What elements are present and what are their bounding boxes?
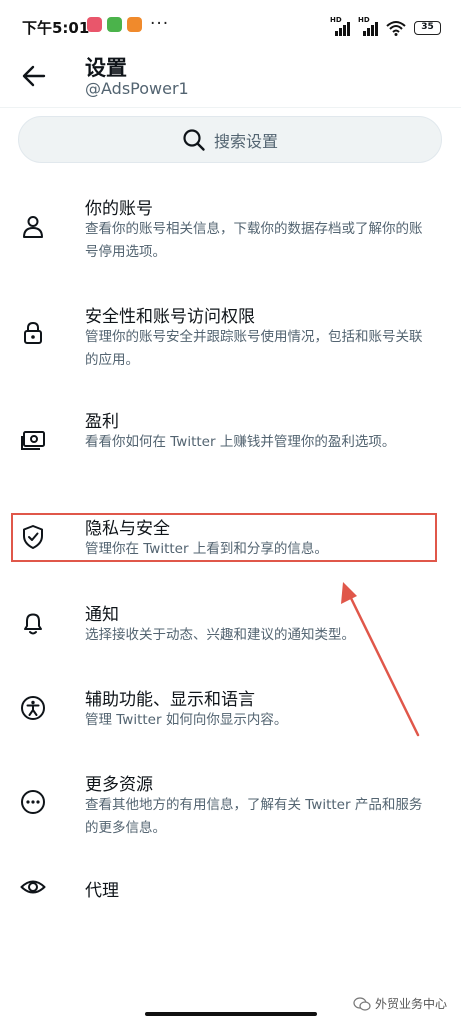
settings-item-title: 辅助功能、显示和语言: [85, 690, 255, 710]
settings-item-description: 看看你如何在 Twitter 上赚钱并管理你的盈利选项。: [85, 434, 396, 450]
search-placeholder: 搜索设置: [213, 131, 278, 151]
settings-item-description: 管理你的账号安全并跟踪账号使用情况，包括和账号关联的应用。: [85, 329, 423, 368]
settings-item-title: 代理: [85, 881, 119, 901]
settings-item-notifications[interactable]: 通知 选择接收关于动态、兴趣和建议的通知类型。: [0, 598, 461, 650]
settings-item-accessibility[interactable]: 辅助功能、显示和语言 管理 Twitter 如何向你显示内容。: [0, 683, 461, 735]
more-circle-icon: [21, 790, 45, 814]
more-notifications-icon: ···: [150, 14, 170, 34]
download-notification-icon: [107, 17, 122, 32]
signal-2-icon: HD: [358, 16, 378, 36]
shopping-notification-icon: [127, 17, 142, 32]
settings-item-title: 安全性和账号访问权限: [85, 307, 255, 327]
eye-icon: [20, 880, 46, 894]
signal-icon: HD: [330, 16, 350, 36]
settings-item-your-account[interactable]: 你的账号 查看你的账号相关信息，下载你的数据存档或了解你的账号停用选项。: [0, 190, 461, 270]
wechat-icon: [353, 996, 371, 1011]
settings-item-description: 选择接收关于动态、兴趣和建议的通知类型。: [85, 627, 355, 643]
status-bar: 下午5:01 ··· HD HD 35: [0, 0, 461, 52]
status-time: 下午5:01: [22, 19, 90, 37]
settings-item-title: 更多资源: [85, 775, 153, 795]
money-icon: [21, 431, 45, 450]
shield-check-icon: [23, 525, 43, 549]
settings-item-description: 查看其他地方的有用信息，了解有关 Twitter 产品和服务的更多信息。: [85, 797, 423, 836]
settings-item-monetization[interactable]: 盈利 看看你如何在 Twitter 上赚钱并管理你的盈利选项。: [0, 405, 461, 485]
search-icon: [183, 128, 205, 151]
bell-icon: [24, 613, 42, 635]
wifi-icon: [386, 21, 406, 36]
app-notification-icon: [87, 17, 102, 32]
settings-item-title: 盈利: [85, 412, 119, 432]
account-handle: @AdsPower1: [85, 79, 189, 98]
settings-item-description: 查看你的账号相关信息，下载你的数据存档或了解你的账号停用选项。: [85, 221, 423, 260]
search-settings-input[interactable]: 搜索设置: [18, 116, 442, 163]
page-title: 设置: [85, 56, 127, 80]
settings-item-description: 管理你在 Twitter 上看到和分享的信息。: [85, 541, 328, 557]
settings-item-description: 管理 Twitter 如何向你显示内容。: [85, 712, 288, 728]
settings-item-privacy-safety[interactable]: 隐私与安全 管理你在 Twitter 上看到和分享的信息。: [0, 512, 461, 564]
home-indicator[interactable]: [145, 1012, 317, 1016]
settings-item-security-access[interactable]: 安全性和账号访问权限 管理你的账号安全并跟踪账号使用情况，包括和账号关联的应用。: [0, 300, 461, 380]
watermark-text: 外贸业务中心: [374, 997, 447, 1011]
lock-icon: [24, 321, 42, 344]
settings-item-title: 通知: [85, 605, 119, 625]
watermark: 外贸业务中心: [353, 995, 447, 1012]
settings-item-title: 你的账号: [85, 199, 153, 219]
settings-item-title: 隐私与安全: [85, 519, 170, 539]
back-arrow-icon[interactable]: [18, 60, 50, 92]
accessibility-icon: [21, 696, 45, 720]
settings-item-proxy[interactable]: 代理: [0, 868, 461, 908]
battery-icon: 35: [414, 21, 441, 35]
settings-item-additional-resources[interactable]: 更多资源 查看其他地方的有用信息，了解有关 Twitter 产品和服务的更多信息…: [0, 768, 461, 848]
person-icon: [23, 216, 43, 238]
settings-header: 设置 @AdsPower1: [0, 52, 461, 108]
